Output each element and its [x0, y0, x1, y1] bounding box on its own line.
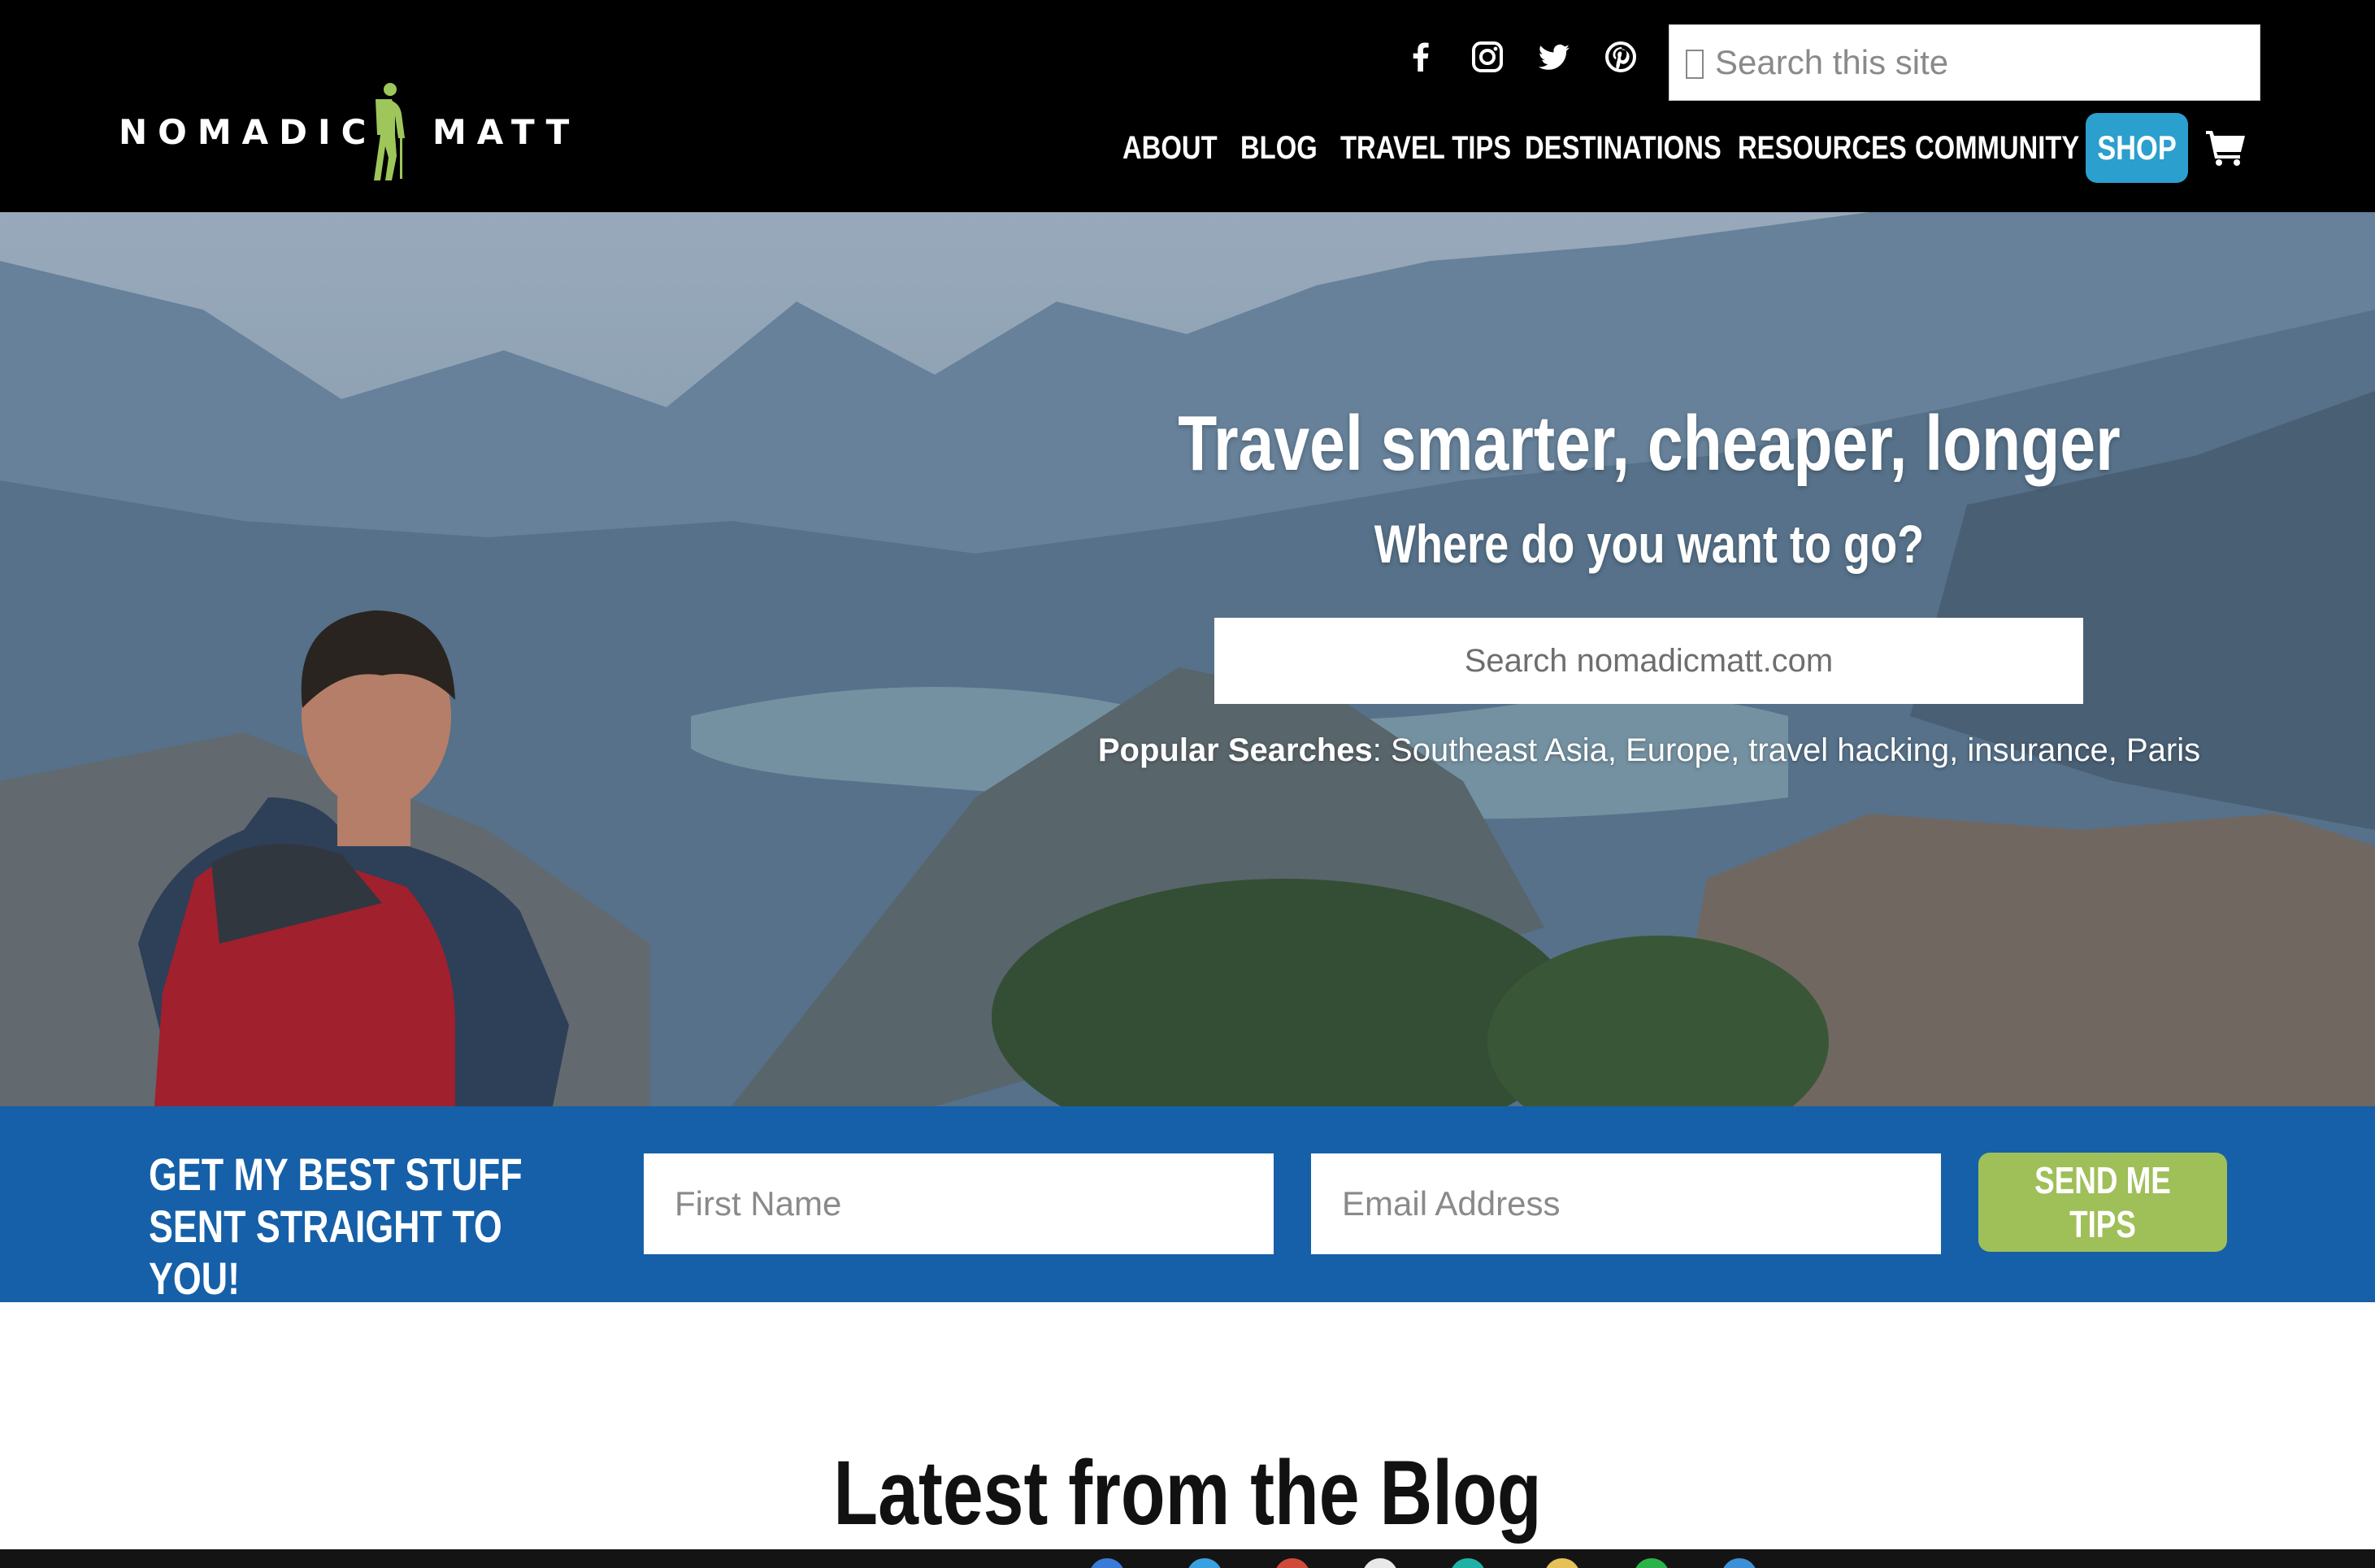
logo-word-nomadic: NOMADIC [119, 112, 377, 152]
main-nav: ABOUT BLOG TRAVEL TIPS DESTINATIONS RESO… [1105, 113, 2260, 183]
search-icon [1686, 50, 1704, 79]
signup-heading: GET MY BEST STUFF SENT STRAIGHT TO YOU! [149, 1149, 523, 1304]
hero-search-input[interactable] [1214, 618, 2083, 704]
nav-destinations[interactable]: DESTINATIONS [1525, 113, 1722, 183]
send-me-tips-label: SEND ME TIPS [2034, 1159, 2171, 1245]
taskbar-app-icon[interactable] [1362, 1558, 1398, 1568]
site-header: NOMADIC MATT ABOUT B [0, 0, 2375, 212]
popular-searches-terms[interactable]: Southeast Asia, Europe, travel hacking, … [1391, 732, 2200, 768]
nav-community[interactable]: COMMUNITY [1915, 113, 2079, 183]
popular-searches-label: Popular Searches [1097, 732, 1373, 768]
hero-subtitle: Where do you want to go? [1374, 514, 1925, 574]
taskbar-app-icon[interactable] [1450, 1558, 1486, 1568]
facebook-icon[interactable] [1401, 37, 1440, 76]
hiker-logo-icon [374, 83, 405, 180]
taskbar-app-icon[interactable] [1634, 1558, 1669, 1568]
newsletter-signup: GET MY BEST STUFF SENT STRAIGHT TO YOU! … [0, 1106, 2375, 1304]
email-field[interactable] [1311, 1153, 1941, 1254]
nav-shop-label: SHOP [2097, 128, 2177, 167]
popular-searches: Popular Searches: Southeast Asia, Europe… [1097, 732, 2201, 768]
taskbar [0, 1549, 2375, 1568]
taskbar-app-icon[interactable] [1722, 1558, 1757, 1568]
taskbar-app-icon[interactable] [1089, 1558, 1125, 1568]
taskbar-app-icon[interactable] [1544, 1558, 1580, 1568]
nav-blog[interactable]: BLOG [1240, 113, 1318, 183]
first-name-field[interactable] [644, 1153, 1274, 1254]
logo-word-matt: MATT [432, 112, 580, 152]
social-links [1401, 37, 1645, 76]
hero-title: Travel smarter, cheaper, longer [1178, 400, 2121, 487]
cart-icon[interactable] [2204, 128, 2247, 167]
latest-blog-heading: Latest from the Blog [833, 1442, 1542, 1544]
pinterest-icon[interactable] [1601, 37, 1640, 76]
taskbar-app-icon[interactable] [1274, 1558, 1310, 1568]
site-logo[interactable]: NOMADIC MATT [119, 81, 574, 183]
hero-section: Travel smarter, cheaper, longer Where do… [0, 212, 2375, 1106]
send-me-tips-button[interactable]: SEND ME TIPS [1978, 1153, 2227, 1252]
taskbar-app-icon[interactable] [1187, 1558, 1222, 1568]
instagram-icon[interactable] [1468, 37, 1507, 76]
header-search-box [1669, 24, 2260, 101]
nav-shop-button[interactable]: SHOP [2086, 113, 2188, 183]
nav-about[interactable]: ABOUT [1122, 113, 1218, 183]
nav-travel-tips[interactable]: TRAVEL TIPS [1340, 113, 1511, 183]
nav-resources[interactable]: RESOURCES [1738, 113, 1907, 183]
header-search-input[interactable] [1715, 25, 2251, 100]
twitter-icon[interactable] [1535, 37, 1574, 76]
